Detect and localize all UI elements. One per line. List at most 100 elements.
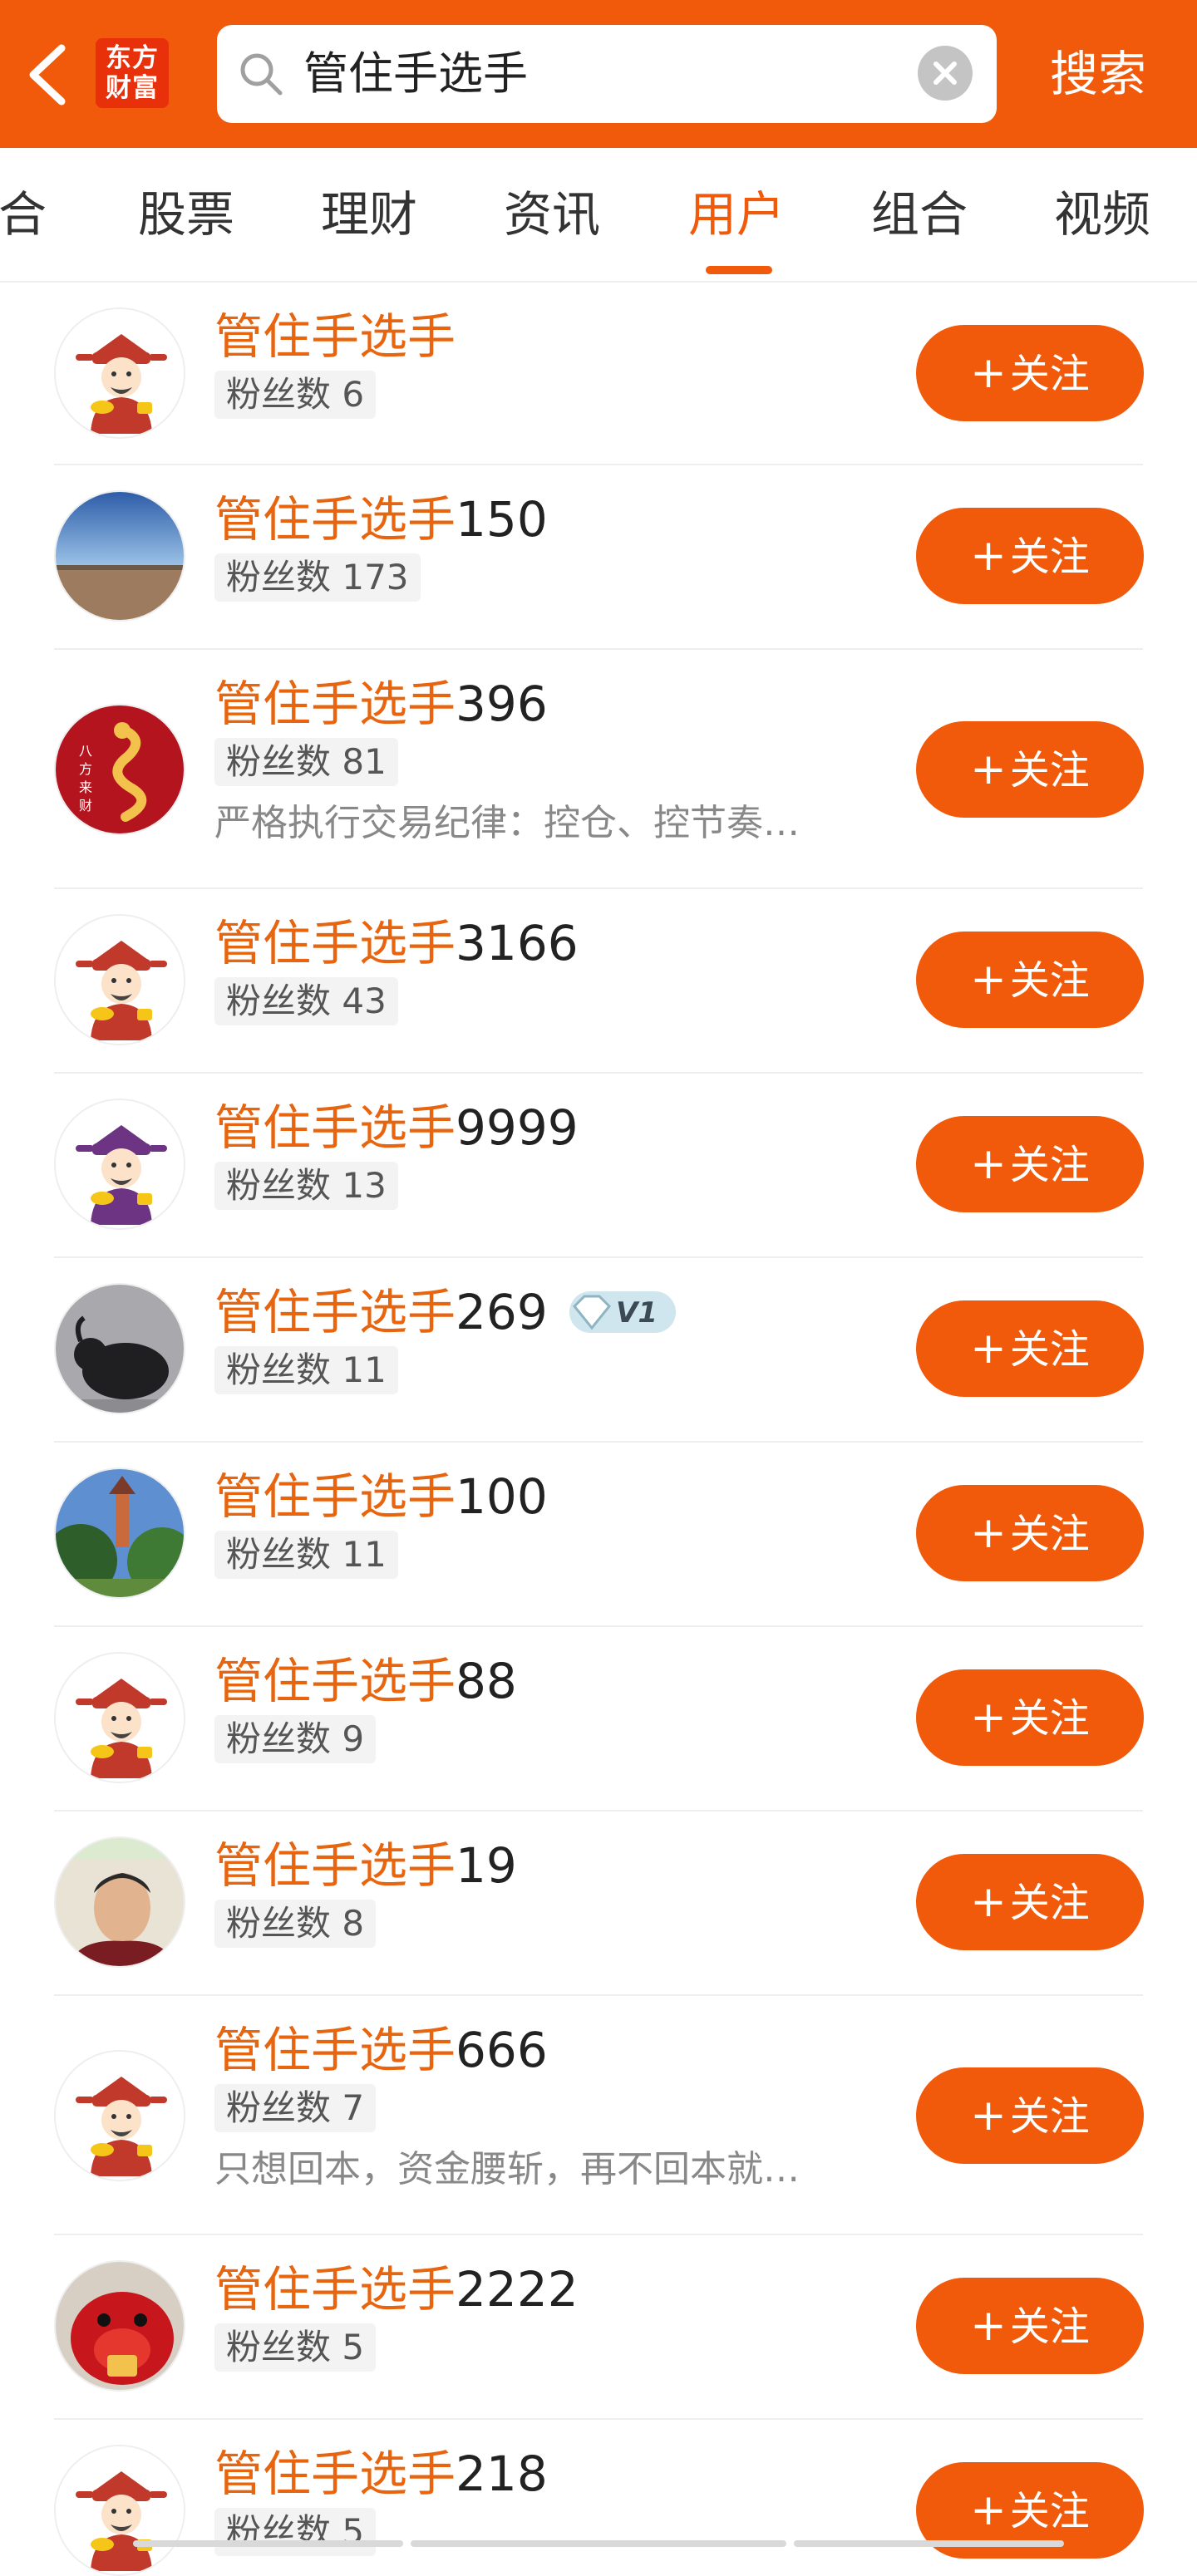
tab-comprehensive[interactable]: 综合 bbox=[0, 183, 47, 246]
user-info: 管住手选手 9999 粉丝数 13 bbox=[214, 1097, 579, 1210]
user-name-suffix: 666 bbox=[456, 2022, 548, 2078]
user-row[interactable]: 管住手选手 150 粉丝数 173 +关注 bbox=[0, 465, 1197, 650]
active-tab-indicator bbox=[706, 266, 772, 274]
user-row[interactable]: 管住手选手 269 V1 粉丝数 11 +关注 bbox=[0, 1258, 1197, 1443]
purple-caishen-avatar[interactable] bbox=[54, 1099, 185, 1230]
search-input[interactable] bbox=[303, 25, 869, 123]
caishen-avatar[interactable] bbox=[54, 307, 185, 439]
follow-button[interactable]: +关注 bbox=[916, 1854, 1144, 1950]
tab-portfolio[interactable]: 组合 bbox=[871, 183, 968, 246]
bull-avatar[interactable] bbox=[54, 1283, 185, 1414]
plus-icon: + bbox=[970, 2091, 1007, 2141]
plus-icon: + bbox=[970, 2301, 1007, 2351]
follow-button[interactable]: +关注 bbox=[916, 508, 1144, 604]
follow-button[interactable]: +关注 bbox=[916, 932, 1144, 1028]
follow-button[interactable]: +关注 bbox=[916, 1116, 1144, 1212]
user-name-match: 管住手选手 bbox=[214, 491, 456, 548]
follow-button[interactable]: +关注 bbox=[916, 721, 1144, 818]
red-ox-avatar[interactable] bbox=[54, 2260, 185, 2392]
user-name[interactable]: 管住手选手 19 bbox=[214, 1835, 517, 1896]
fans-count: 粉丝数 8 bbox=[214, 1900, 377, 1948]
user-row[interactable]: 管住手选手 218 粉丝数 5 +关注 bbox=[0, 2420, 1197, 2576]
clear-search-button[interactable] bbox=[918, 46, 973, 101]
user-name-suffix: 269 bbox=[456, 1284, 548, 1340]
fans-count: 粉丝数 7 bbox=[214, 2084, 377, 2132]
user-row[interactable]: 管住手选手 100 粉丝数 11 +关注 bbox=[0, 1443, 1197, 1627]
fans-count: 粉丝数 5 bbox=[214, 2508, 377, 2556]
user-name-match: 管住手选手 bbox=[214, 308, 456, 365]
user-name-suffix: 150 bbox=[456, 491, 548, 548]
user-info: 管住手选手 19 粉丝数 8 bbox=[214, 1835, 517, 1948]
follow-button[interactable]: +关注 bbox=[916, 325, 1144, 421]
user-name[interactable]: 管住手选手 bbox=[214, 306, 456, 367]
user-name-suffix: 19 bbox=[456, 1837, 517, 1894]
fans-count: 粉丝数 6 bbox=[214, 371, 377, 419]
follow-label: 关注 bbox=[1009, 1142, 1090, 1188]
caishen-avatar[interactable] bbox=[54, 2445, 185, 2576]
back-arrow-icon bbox=[29, 44, 66, 106]
user-name[interactable]: 管住手选手 2222 bbox=[214, 2259, 579, 2320]
follow-button[interactable]: +关注 bbox=[916, 1669, 1144, 1766]
garden-avatar[interactable] bbox=[54, 1467, 185, 1599]
plus-icon: + bbox=[970, 1508, 1007, 1558]
user-name[interactable]: 管住手选手 100 bbox=[214, 1466, 548, 1527]
user-name-match: 管住手选手 bbox=[214, 676, 456, 732]
user-name[interactable]: 管住手选手 88 bbox=[214, 1650, 517, 1712]
fans-count: 粉丝数 81 bbox=[214, 738, 398, 786]
user-name[interactable]: 管住手选手 666 bbox=[214, 2019, 800, 2081]
plus-icon: + bbox=[970, 348, 1007, 398]
user-name-match: 管住手选手 bbox=[214, 2446, 456, 2502]
user-info: 管住手选手 3166 粉丝数 43 bbox=[214, 912, 579, 1025]
plus-icon: + bbox=[970, 1324, 1007, 1374]
follow-button[interactable]: +关注 bbox=[916, 1485, 1144, 1581]
tab-wealth[interactable]: 理财 bbox=[321, 183, 417, 246]
user-name[interactable]: 管住手选手 218 bbox=[214, 2443, 548, 2505]
follow-button[interactable]: +关注 bbox=[916, 2278, 1144, 2374]
svg-text:来: 来 bbox=[79, 779, 92, 795]
tab-video[interactable]: 视频 bbox=[1054, 183, 1150, 246]
back-button[interactable] bbox=[18, 33, 76, 116]
fans-count: 粉丝数 9 bbox=[214, 1715, 377, 1763]
caishen-avatar[interactable] bbox=[54, 914, 185, 1045]
user-row[interactable]: 八方来财管住手选手 396 粉丝数 81 严格执行交易纪律：控仓、控节奏… +关注 bbox=[0, 650, 1197, 889]
user-name-match: 管住手选手 bbox=[214, 2022, 456, 2078]
fans-count: 粉丝数 13 bbox=[214, 1162, 398, 1210]
tab-users[interactable]: 用户 bbox=[688, 183, 785, 246]
user-row[interactable]: 管住手选手 19 粉丝数 8 +关注 bbox=[0, 1812, 1197, 1996]
logo-line-2: 财富 bbox=[106, 73, 159, 103]
svg-text:八: 八 bbox=[79, 743, 92, 759]
tab-news[interactable]: 资讯 bbox=[504, 183, 600, 246]
user-name-match: 管住手选手 bbox=[214, 2261, 456, 2318]
user-bio: 严格执行交易纪律：控仓、控节奏… bbox=[214, 802, 800, 844]
user-name[interactable]: 管住手选手 269 V1 bbox=[214, 1281, 679, 1343]
user-row[interactable]: 管住手选手 666 粉丝数 7 只想回本，资金腰斩，再不回本就… +关注 bbox=[0, 1996, 1197, 2235]
follow-button[interactable]: +关注 bbox=[916, 1300, 1144, 1397]
red-dragon-avatar[interactable]: 八方来财 bbox=[54, 704, 185, 835]
user-info: 管住手选手 2222 粉丝数 5 bbox=[214, 2259, 579, 2372]
man-photo-avatar[interactable] bbox=[54, 1836, 185, 1968]
user-name-suffix: 9999 bbox=[456, 1099, 579, 1156]
user-row[interactable]: 管住手选手 3166 粉丝数 43 +关注 bbox=[0, 889, 1197, 1074]
user-row[interactable]: 管住手选手 9999 粉丝数 13 +关注 bbox=[0, 1074, 1197, 1258]
search-button[interactable]: 搜索 bbox=[1019, 25, 1177, 123]
user-row[interactable]: 管住手选手 2222 粉丝数 5 +关注 bbox=[0, 2235, 1197, 2420]
user-row[interactable]: 管住手选手 88 粉丝数 9 +关注 bbox=[0, 1627, 1197, 1812]
user-row[interactable]: 管住手选手粉丝数 6 +关注 bbox=[0, 283, 1197, 465]
desert-sky-avatar[interactable] bbox=[54, 490, 185, 622]
user-name[interactable]: 管住手选手 9999 bbox=[214, 1097, 579, 1158]
user-info: 管住手选手 150 粉丝数 173 bbox=[214, 489, 548, 602]
search-box[interactable] bbox=[217, 25, 997, 123]
user-name[interactable]: 管住手选手 3166 bbox=[214, 912, 579, 974]
caishen-avatar[interactable] bbox=[54, 1652, 185, 1783]
caishen-avatar[interactable] bbox=[54, 2050, 185, 2181]
user-name[interactable]: 管住手选手 150 bbox=[214, 489, 548, 550]
user-name-match: 管住手选手 bbox=[214, 1284, 456, 1340]
user-info: 管住手选手 218 粉丝数 5 bbox=[214, 2443, 548, 2556]
app-logo: 东方 财富 bbox=[96, 38, 169, 108]
follow-button[interactable]: +关注 bbox=[916, 2067, 1144, 2164]
follow-label: 关注 bbox=[1009, 1880, 1090, 1926]
user-name[interactable]: 管住手选手 396 bbox=[214, 673, 800, 735]
follow-label: 关注 bbox=[1009, 1695, 1090, 1742]
user-name-match: 管住手选手 bbox=[214, 1837, 456, 1894]
tab-stocks[interactable]: 股票 bbox=[138, 183, 234, 246]
